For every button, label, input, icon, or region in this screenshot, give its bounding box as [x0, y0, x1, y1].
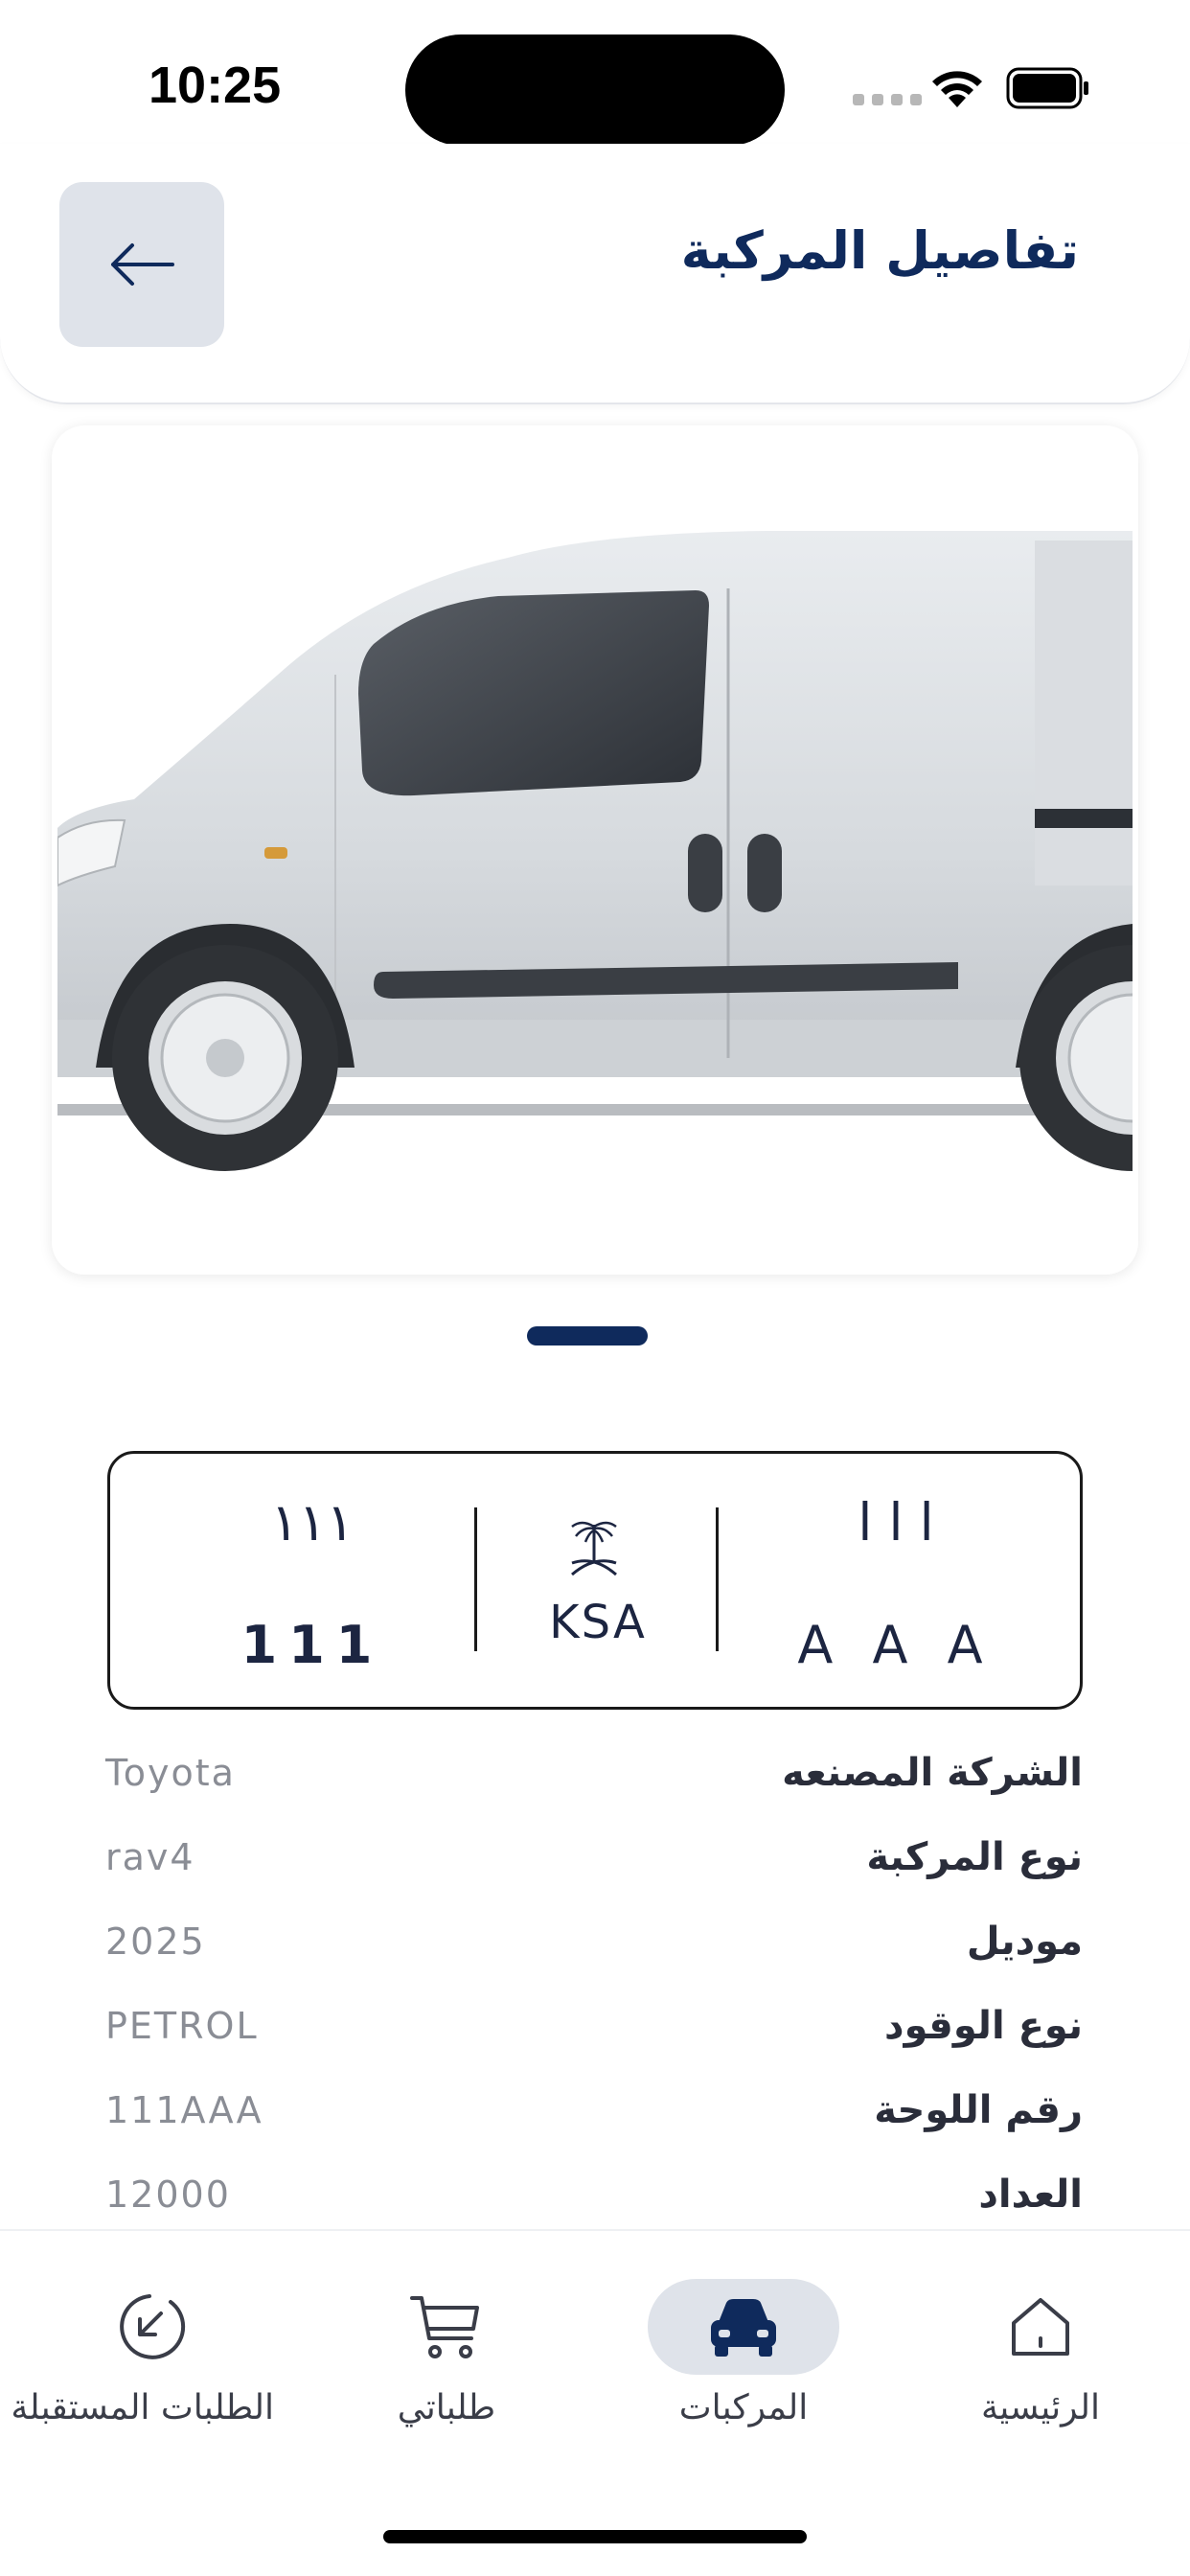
tab-label: طلباتي [397, 2388, 496, 2427]
wifi-icon [932, 71, 982, 107]
carousel-indicator[interactable] [527, 1326, 648, 1346]
plate-letters-latin: A A A [797, 1615, 995, 1675]
vehicle-photo [57, 531, 1133, 1171]
battery-icon [1006, 67, 1088, 109]
plate-divider [716, 1507, 719, 1651]
page-title: تفاصيل المركبة [680, 220, 1079, 281]
detail-row-manufacturer: Toyota الشركة المصنعه [105, 1731, 1083, 1815]
tab-vehicles[interactable]: المركبات [619, 2279, 868, 2427]
history-icon [120, 2294, 186, 2359]
vehicle-details-screen: 10:25 تفاصيل المركبة ١١١ 111 KSA ا ا ا A… [0, 0, 1190, 2576]
detail-row-vehicle-type: rav4 نوع المركبة [105, 1815, 1083, 1899]
detail-row-plate-number: 111AAA رقم اللوحة [105, 2068, 1083, 2152]
plate-country: KSA [549, 1596, 647, 1649]
detail-row-model: 2025 موديل [105, 1899, 1083, 1984]
tab-label: الطلبات المستقبلة [11, 2388, 274, 2427]
car-icon [711, 2299, 776, 2357]
plate-divider [474, 1507, 477, 1651]
detail-value: Toyota [105, 1752, 236, 1794]
home-indicator[interactable] [383, 2530, 807, 2543]
plate-numbers-latin: 111 [240, 1615, 384, 1675]
cart-icon [410, 2296, 479, 2358]
home-icon [1012, 2298, 1069, 2356]
detail-label: موديل [966, 1920, 1083, 1964]
plate-letters-arabic: ا ا ا [858, 1492, 934, 1552]
detail-value: rav4 [105, 1836, 195, 1878]
detail-label: نوع الوقود [884, 2004, 1083, 2048]
detail-value: PETROL [105, 2005, 259, 2047]
license-plate: ١١١ 111 KSA ا ا ا A A A [107, 1451, 1083, 1710]
detail-label: العداد [978, 2173, 1083, 2217]
saudi-emblem-icon [571, 1521, 617, 1576]
app-header: تفاصيل المركبة [0, 144, 1190, 404]
detail-label: الشركة المصنعه [782, 1751, 1083, 1795]
tab-label: الرئيسية [981, 2388, 1100, 2427]
tab-incoming-requests[interactable]: الطلبات المستقبلة [11, 2279, 274, 2427]
detail-row-fuel-type: PETROL نوع الوقود [105, 1984, 1083, 2068]
detail-value: 12000 [105, 2174, 231, 2216]
vehicle-details-list: Toyota الشركة المصنعه rav4 نوع المركبة 2… [105, 1731, 1083, 2237]
detail-value: 111AAA [105, 2089, 263, 2131]
arrow-left-icon [111, 243, 174, 286]
vehicle-image-card[interactable] [52, 426, 1138, 1275]
plate-numbers-arabic: ١١١ [270, 1492, 355, 1552]
back-button[interactable] [59, 182, 224, 347]
dynamic-island [405, 34, 785, 146]
bottom-tab-bar: الرئيسية المركبات طلباتي الطلبات المستقب… [0, 2229, 1190, 2576]
detail-value: 2025 [105, 1920, 206, 1963]
tab-home[interactable]: الرئيسية [916, 2279, 1165, 2427]
detail-label: نوع المركبة [866, 1835, 1083, 1879]
status-time: 10:25 [149, 57, 282, 114]
detail-label: رقم اللوحة [874, 2088, 1083, 2132]
tab-label: المركبات [678, 2388, 809, 2427]
detail-row-odometer: 12000 العداد [105, 2152, 1083, 2237]
tab-my-orders[interactable]: طلباتي [322, 2279, 571, 2427]
cellular-signal-icon [853, 94, 922, 105]
